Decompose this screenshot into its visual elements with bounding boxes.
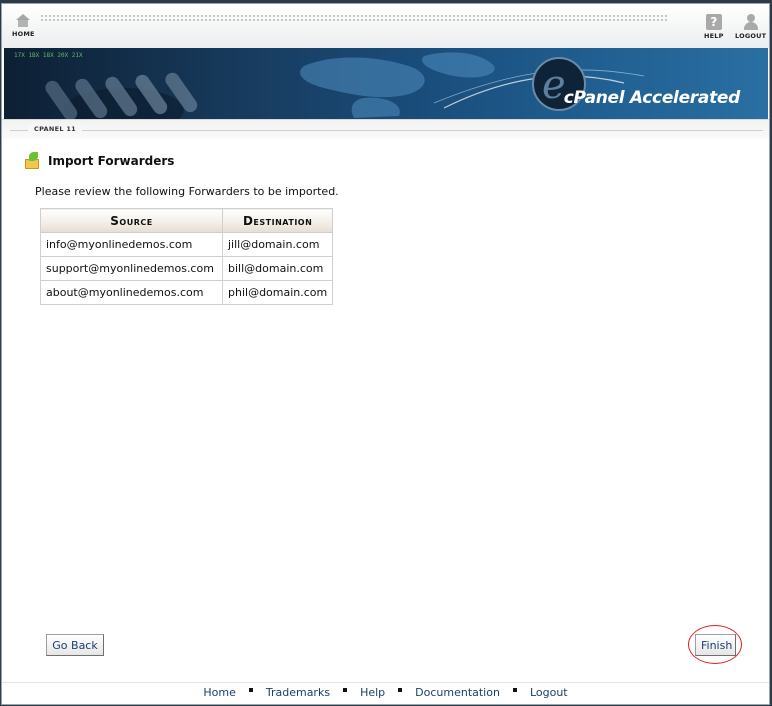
import-forwarders-icon [24, 152, 42, 170]
go-back-button[interactable]: Go Back [46, 634, 104, 656]
destination-cell: bill@domain.com [221, 256, 334, 281]
help-icon: ? [705, 14, 722, 30]
source-cell: about@myonlinedemos.com [40, 280, 223, 305]
help-nav-button[interactable]: ? HELP [704, 14, 724, 40]
column-header-destination: Destination [221, 208, 334, 233]
dotted-divider [40, 14, 669, 22]
banner-graphic: e 17X 1BX 18X 20X 21X [14, 52, 645, 119]
page-frame: HOME ? HELP LOGOUT e 17X 1BX 18X 20X 21X… [1, 3, 770, 705]
footer-link-trademarks[interactable]: Trademarks [253, 686, 343, 699]
finish-highlight-ring [688, 625, 742, 664]
table-row: about@myonlinedemos.com phil@domain.com [40, 280, 334, 305]
source-cell: support@myonlinedemos.com [40, 256, 223, 281]
destination-cell: phil@domain.com [221, 280, 334, 305]
footer-link-help[interactable]: Help [347, 686, 398, 699]
intro-text: Please review the following Forwarders t… [35, 185, 339, 198]
page-title: Import Forwarders [48, 154, 175, 168]
table-row: support@myonlinedemos.com bill@domain.co… [40, 256, 334, 281]
table-row: info@myonlinedemos.com jill@domain.com [40, 232, 334, 257]
cpanel-logo: cPanel Accelerated [563, 88, 741, 108]
svg-text:e: e [542, 62, 566, 108]
home-nav-button[interactable]: HOME [12, 14, 35, 38]
logout-icon [743, 14, 759, 30]
source-cell: info@myonlinedemos.com [40, 232, 223, 257]
logout-nav-label: LOGOUT [735, 32, 767, 40]
logout-nav-button[interactable]: LOGOUT [735, 14, 766, 40]
footer-link-home[interactable]: Home [190, 686, 248, 699]
table-header-row: Source Destination [40, 208, 334, 233]
footer-link-documentation[interactable]: Documentation [402, 686, 513, 699]
top-navigation: HOME ? HELP LOGOUT [2, 4, 769, 48]
tab-cpanel-11[interactable]: CPANEL 11 [28, 125, 82, 133]
footer-link-logout[interactable]: Logout [517, 686, 581, 699]
svg-text:17X 1BX 18X 20X: 17X 1BX 18X 20X 21X [14, 52, 83, 59]
page-heading: Import Forwarders [24, 152, 174, 170]
forwarders-table: Source Destination info@myonlinedemos.co… [40, 208, 334, 305]
cpanel-banner: e 17X 1BX 18X 20X 21X cPanel Accelerated [4, 48, 768, 119]
column-header-source: Source [40, 208, 223, 233]
destination-cell: jill@domain.com [221, 232, 334, 257]
help-nav-label: HELP [704, 32, 724, 40]
tab-strip: CPANEL 11 [2, 119, 769, 139]
home-nav-label: HOME [12, 30, 35, 38]
footer-links: Home Trademarks Help Documentation Logou… [2, 682, 769, 702]
home-icon [16, 14, 31, 28]
